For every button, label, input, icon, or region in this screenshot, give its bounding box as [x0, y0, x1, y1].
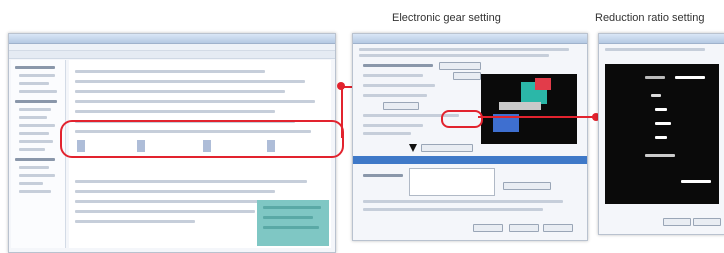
reduction-ratio-panel: [605, 64, 719, 204]
ok-button[interactable]: [663, 218, 691, 226]
connector-line: [341, 86, 343, 138]
lower-section-band: [353, 156, 587, 164]
input-field[interactable]: [453, 72, 481, 80]
calculate-button[interactable]: [421, 144, 473, 152]
electronic-gear-highlight: [60, 120, 344, 158]
apply-button[interactable]: [503, 182, 551, 190]
servo-motor-3d-icon: [481, 74, 577, 144]
electronic-gear-dialog: [352, 33, 588, 241]
down-arrow-icon: [409, 144, 417, 152]
reduction-ratio-dialog: [598, 33, 724, 235]
cancel-button[interactable]: [693, 218, 721, 226]
cancel-button[interactable]: [509, 224, 539, 232]
window-title-bar: [9, 34, 335, 44]
tool-bar: [9, 51, 335, 59]
menu-bar: [9, 44, 335, 51]
connector-line: [478, 116, 598, 118]
dialog-title-bar: [599, 34, 724, 44]
dialog-title-bar: [353, 34, 587, 44]
dropdown[interactable]: [439, 62, 481, 70]
status-panel: [257, 200, 329, 246]
project-tree-pane: [11, 60, 66, 248]
connector-dot: [337, 82, 345, 90]
electronic-gear-caption: Electronic gear setting: [392, 12, 501, 24]
help-button[interactable]: [543, 224, 573, 232]
input-field[interactable]: [383, 102, 419, 110]
value-table: [409, 168, 495, 196]
gear-ratio-highlight: [441, 110, 483, 128]
ok-button[interactable]: [473, 224, 503, 232]
reduction-ratio-caption: Reduction ratio setting: [595, 12, 705, 24]
